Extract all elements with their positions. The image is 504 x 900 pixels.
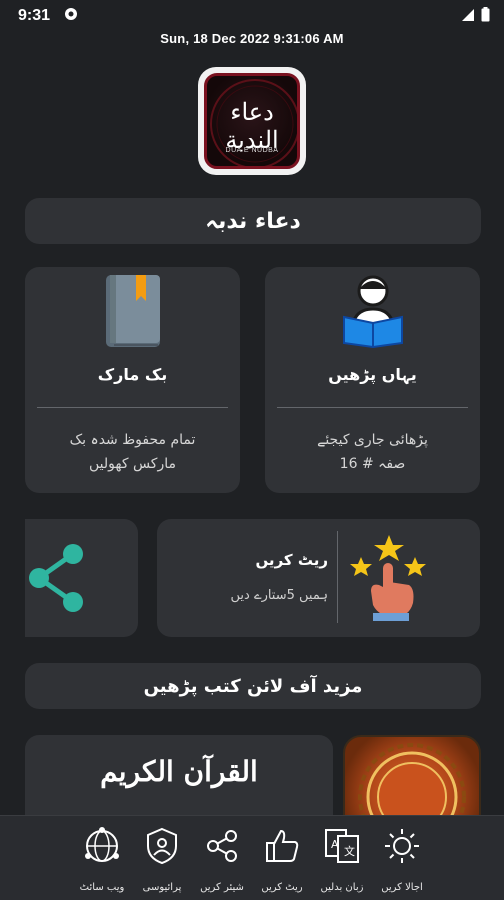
notification-icon <box>64 7 78 26</box>
bookmark-card[interactable]: بک مارک تمام محفوظ شدہ بک مارکس کھولیں <box>25 267 240 493</box>
reading-person-icon <box>342 275 403 349</box>
globe-icon <box>85 827 119 862</box>
read-card-desc-line1: پڑھائی جاری کیجئے <box>317 432 428 448</box>
translate-icon: A 文 <box>325 829 359 863</box>
signal-icon <box>461 7 475 26</box>
page-title: دعاء ندبہ <box>25 198 481 244</box>
nav-brightness-label: اجالا کریں <box>381 882 423 893</box>
rate-us-card[interactable]: ریٹ کریں ہمیں 5ستارے دیں <box>157 519 480 637</box>
svg-text:文: 文 <box>344 844 355 858</box>
battery-icon <box>481 6 490 26</box>
read-here-card[interactable]: یہاں پڑھیں پڑھائی جاری کیجئے صفہ # 16 <box>265 267 480 493</box>
logo-english-text: DUA E NUDBA <box>225 147 279 154</box>
bookmark-card-desc-line2: مارکس کھولیں <box>89 456 176 472</box>
share-card[interactable] <box>25 519 138 637</box>
rate-stars-hand-icon <box>350 535 426 621</box>
bottom-navigation: ویب سائٹ پرائیوسی شیئر کریں ریٹ کریں A 文… <box>0 815 504 900</box>
divider <box>337 531 338 623</box>
divider <box>277 407 468 408</box>
bookmark-book-icon <box>105 275 160 347</box>
read-card-title: یہاں پڑھیں <box>328 365 417 384</box>
brightness-icon <box>385 829 419 863</box>
privacy-shield-icon <box>147 827 177 865</box>
status-bar: 9:31 <box>0 0 504 32</box>
nav-brightness[interactable]: اجالا کریں <box>372 816 432 900</box>
app-logo: دعاء الندبة DUA E NUDBA <box>198 67 306 175</box>
status-time: 9:31 <box>18 7 51 24</box>
rate-card-title: ریٹ کریں <box>255 551 328 569</box>
rate-card-subtitle: ہمیں 5ستارے دیں <box>230 588 328 603</box>
share-icon <box>207 830 237 862</box>
share-icon <box>29 544 83 612</box>
read-card-page-number: صفہ # 16 <box>339 456 406 472</box>
thumbs-up-icon <box>266 829 299 862</box>
bookmark-card-desc-line1: تمام محفوظ شدہ بک <box>69 432 196 448</box>
date-time-display: Sun, 18 Dec 2022 9:31:06 AM <box>160 31 344 46</box>
logo-arabic-text: دعاء الندبة <box>225 98 279 154</box>
svg-text:A: A <box>331 838 339 851</box>
more-books-button[interactable]: مزید آف لائن کتب پڑھیں <box>25 663 481 709</box>
divider <box>37 407 228 408</box>
bookmark-card-title: بک مارک <box>97 365 168 384</box>
quran-title: القرآن الكريم <box>100 755 258 788</box>
